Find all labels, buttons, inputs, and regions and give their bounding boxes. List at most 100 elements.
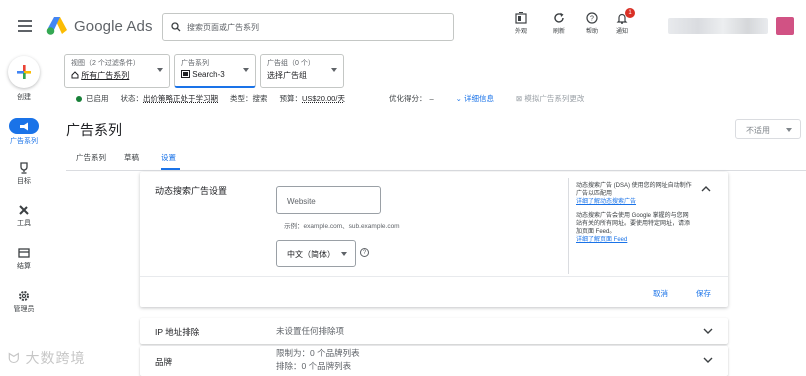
- app-name: Google Ads: [74, 17, 153, 35]
- chevron-down-icon: [243, 68, 249, 72]
- brands-value-line-1: 限制为：0 个品牌列表: [276, 348, 360, 358]
- chevron-down-icon: [157, 68, 163, 72]
- adgroup-filter[interactable]: 广告组（0 个） 选择广告组: [260, 54, 344, 88]
- notifications-button[interactable]: 通知 1: [607, 8, 637, 35]
- ip-exclusion-row[interactable]: IP 地址排除 未设置任何排除项: [140, 318, 728, 344]
- create-button[interactable]: [8, 56, 40, 88]
- top-bar: Google Ads 搜索页面或广告系列 外观 刷新 ? 帮助 通知 1: [0, 0, 806, 54]
- tabs-divider: [66, 170, 806, 171]
- search-input[interactable]: 搜索页面或广告系列: [162, 13, 454, 41]
- ip-exclusion-value: 未设置任何排除项: [276, 326, 345, 336]
- plus-icon: [17, 65, 31, 79]
- home-icon: [71, 71, 79, 79]
- sidebar-item-tools[interactable]: 工具: [0, 204, 48, 228]
- appearance-icon: [515, 12, 527, 24]
- google-ads-logo-icon: [46, 17, 67, 35]
- gear-icon: [19, 291, 29, 301]
- dsa-title: 动态搜索广告设置: [155, 186, 228, 196]
- page-feed-learn-more-link[interactable]: 详细了解页面 Feed: [576, 237, 627, 243]
- chevron-down-icon: [331, 68, 337, 72]
- website-example: 示例：example.com、sub.example.com: [284, 223, 400, 230]
- language-select[interactable]: 中文（简体）: [276, 240, 356, 267]
- dsa-settings-card: 动态搜索广告设置 Website 示例：example.com、sub.exam…: [140, 172, 728, 307]
- card-divider: [140, 276, 728, 277]
- chevron-up-icon[interactable]: [701, 184, 711, 194]
- page-title: 广告系列: [66, 122, 122, 138]
- filter-value-text: Search-3: [192, 70, 225, 79]
- notifications-label: 通知: [615, 29, 628, 35]
- help-button[interactable]: ? 帮助: [577, 12, 607, 35]
- enabled-status: 已启用: [86, 94, 109, 103]
- budget-value[interactable]: US$20.00/天: [302, 93, 345, 104]
- filter-value-text: 所有广告系列: [81, 71, 130, 80]
- sidebar-item-goals[interactable]: 目标: [0, 162, 48, 186]
- filter-bar: 视图（2 个过滤条件） 所有广告系列 广告系列 Search-3 广告组（0 个…: [64, 54, 344, 88]
- brands-row[interactable]: 品牌 限制为：0 个品牌列表 排除：0 个品牌列表: [140, 346, 728, 376]
- sidebar-item-admin[interactable]: 管理员: [0, 290, 48, 314]
- website-input[interactable]: Website: [276, 186, 381, 214]
- simulate-label: 模拟广告系列更改: [524, 94, 585, 103]
- chevron-down-icon: ⌄: [455, 94, 464, 103]
- filter-label: 视图（2 个过滤条件）: [71, 60, 140, 67]
- watermark-logo-icon: ᗢ: [8, 350, 26, 366]
- account-info[interactable]: [668, 18, 768, 34]
- filter-value: 选择广告组: [267, 71, 307, 80]
- appearance-label: 外观: [514, 29, 527, 35]
- save-button[interactable]: 保存: [696, 288, 711, 299]
- campaign-filter[interactable]: 广告系列 Search-3: [174, 54, 256, 88]
- chevron-down-icon: [786, 128, 792, 132]
- cancel-button[interactable]: 取消: [653, 288, 668, 299]
- chevron-down-icon: [341, 252, 347, 256]
- wrench-icon: [19, 205, 29, 215]
- type-label: 类型：: [230, 94, 253, 103]
- state-label: 状态：: [120, 94, 144, 103]
- chevron-down-icon[interactable]: [703, 326, 713, 336]
- filter-label: 广告组（0 个）: [267, 60, 315, 67]
- notification-badge: 1: [625, 8, 635, 18]
- dsa-help-panel: 动态搜索广告 (DSA) 使用您的网址自动制作广告以匹配用 详细了解动态搜索广告…: [576, 182, 692, 250]
- segment-select[interactable]: 不适用: [735, 119, 801, 139]
- billing-card-icon: [18, 248, 30, 258]
- tab-drafts[interactable]: 草稿: [114, 150, 141, 170]
- details-button[interactable]: ⌄ 详细信息: [456, 93, 494, 104]
- segment-select-value: 不适用: [746, 126, 770, 135]
- optimization-value: –: [429, 94, 434, 103]
- view-filter[interactable]: 视图（2 个过滤条件） 所有广告系列: [64, 54, 170, 88]
- watermark: ᗢ 大数跨境: [8, 348, 86, 368]
- tab-settings[interactable]: 设置: [151, 150, 180, 170]
- help-icon[interactable]: ?: [360, 248, 369, 257]
- svg-text:?: ?: [590, 16, 594, 23]
- tab-campaigns[interactable]: 广告系列: [66, 150, 108, 170]
- campaign-type-icon: [181, 70, 190, 78]
- chevron-down-icon[interactable]: [703, 355, 713, 365]
- search-icon: [171, 22, 181, 32]
- sidebar-item-label: 管理员: [13, 306, 35, 313]
- type-value: 搜索: [252, 94, 268, 103]
- trophy-icon: [20, 162, 28, 174]
- search-placeholder: 搜索页面或广告系列: [187, 22, 259, 32]
- sidebar-item-billing[interactable]: 结算: [0, 247, 48, 271]
- refresh-button[interactable]: 刷新: [544, 12, 574, 35]
- filter-value: Search-3: [181, 70, 237, 79]
- avatar[interactable]: [776, 17, 794, 35]
- optimization-label: 优化得分：: [388, 94, 427, 103]
- sidebar-item-label: 目标: [17, 178, 31, 185]
- google-ads-logo[interactable]: Google Ads: [46, 16, 153, 36]
- state-value[interactable]: 出价策略正处于学习期: [143, 93, 218, 104]
- sidebar-item-campaigns[interactable]: 广告系列: [0, 118, 48, 146]
- simulate-button[interactable]: ⊠ 模拟广告系列更改: [516, 93, 584, 104]
- dsa-learn-more-link[interactable]: 详细了解动态搜索广告: [576, 199, 636, 205]
- help-label: 帮助: [585, 29, 598, 35]
- campaign-status-row: 已启用 状态： 出价策略正处于学习期 类型： 搜索 预算： US$20.00/天…: [76, 93, 584, 104]
- details-label: 详细信息: [464, 94, 494, 103]
- tab-bar: 广告系列 草稿 设置: [66, 150, 180, 170]
- menu-icon[interactable]: [18, 20, 32, 32]
- help-icon: ?: [586, 12, 598, 24]
- budget-label: 预算：: [279, 94, 303, 103]
- appearance-button[interactable]: 外观: [506, 12, 536, 35]
- refresh-icon: [554, 12, 564, 23]
- sidebar-item-label: 结算: [17, 263, 31, 270]
- dsa-help-text-1: 动态搜索广告 (DSA) 使用您的网址自动制作广告以匹配用: [576, 183, 692, 197]
- create-label: 创建: [17, 94, 31, 101]
- language-value: 中文（简体）: [287, 250, 335, 259]
